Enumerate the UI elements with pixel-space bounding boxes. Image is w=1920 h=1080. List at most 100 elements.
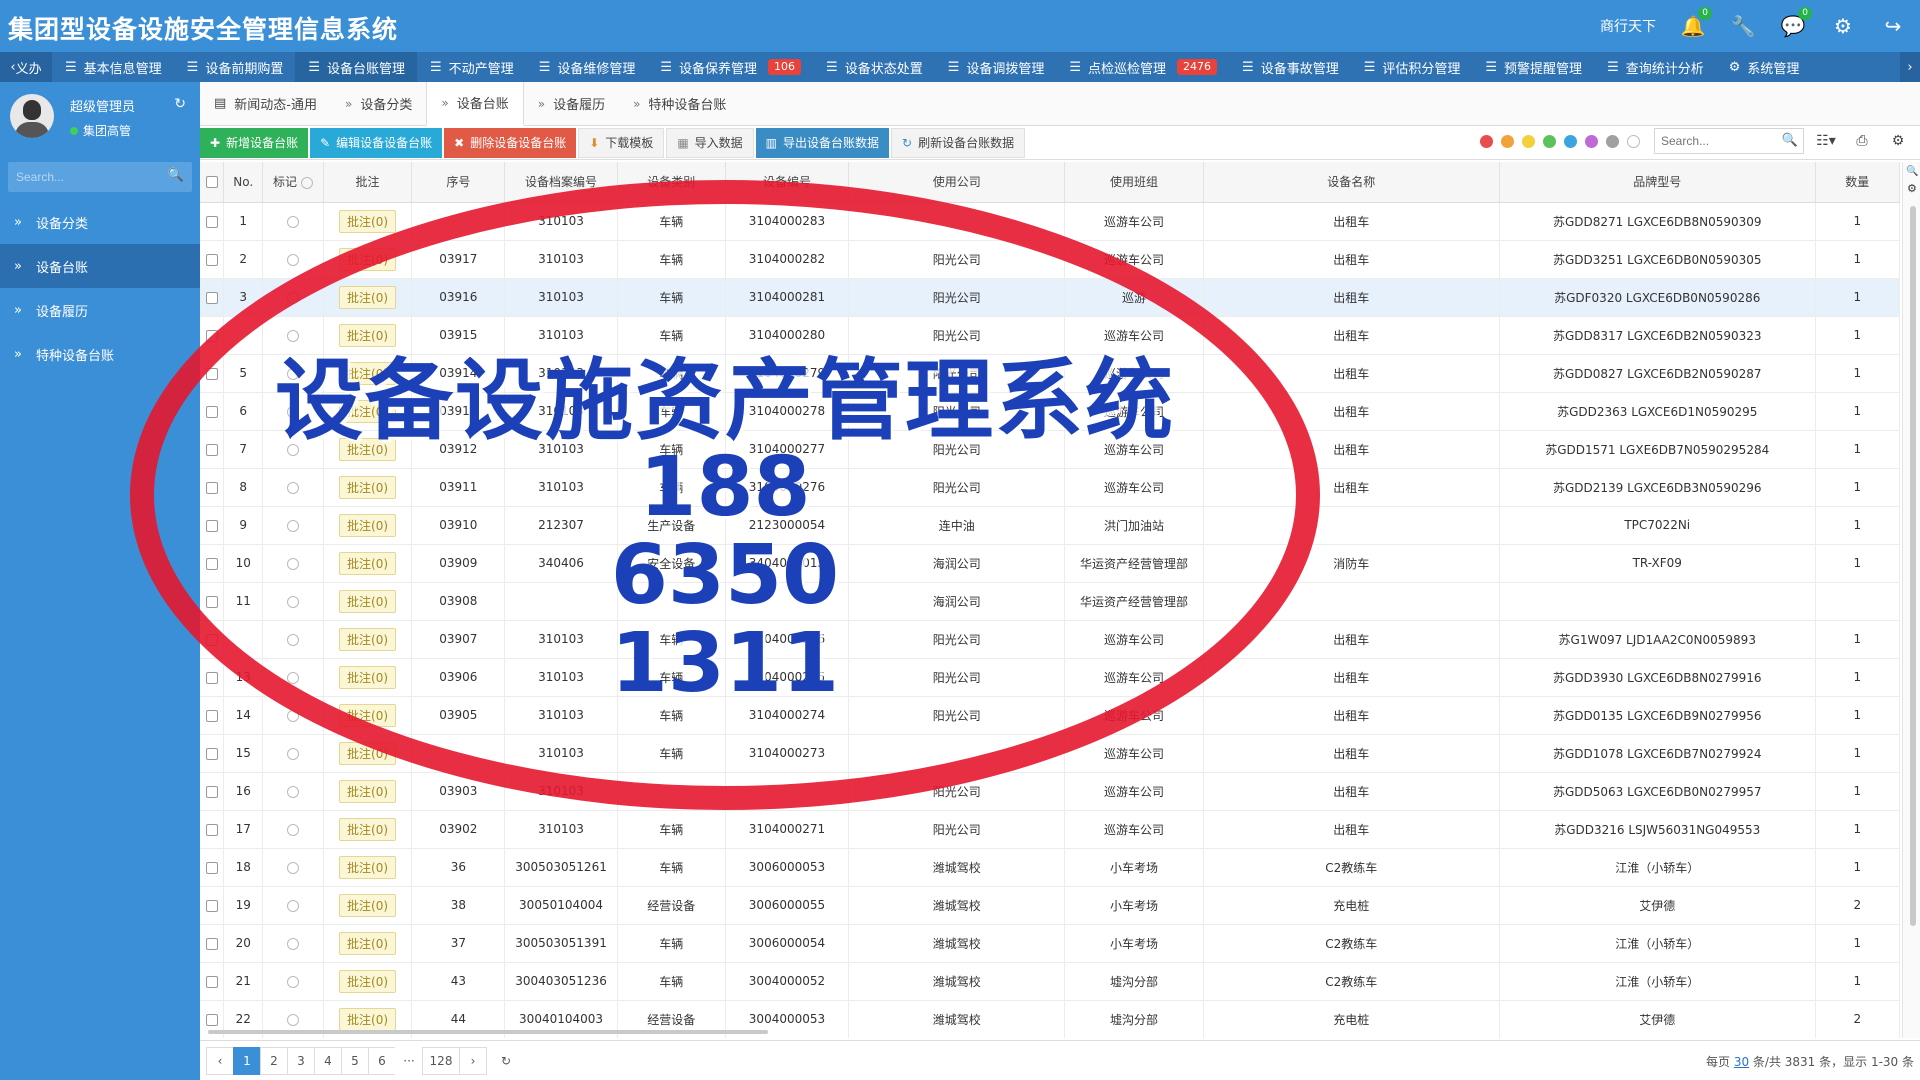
note-button[interactable]: 批注(0) bbox=[339, 399, 397, 423]
row-checkbox[interactable] bbox=[200, 240, 225, 279]
row-checkbox[interactable] bbox=[200, 620, 225, 659]
page-button[interactable]: 5 bbox=[341, 1046, 369, 1075]
columns-toggle-icon[interactable]: ☷▾ bbox=[1812, 128, 1840, 154]
menu-item-inspection[interactable]: ☰ 点检巡检管理 2476 bbox=[1056, 52, 1229, 82]
note-button[interactable]: 批注(0) bbox=[339, 475, 397, 499]
mark-radio[interactable] bbox=[286, 253, 299, 266]
search-icon[interactable]: 🔍 bbox=[1782, 133, 1798, 148]
table-row[interactable]: 18 批注(0) 36 300503051261 车辆 3006000053 潍城驾校 小车考… bbox=[200, 848, 1901, 887]
menu-item-procurement[interactable]: ☰ 设备前期购置 bbox=[174, 52, 296, 82]
wrench-icon[interactable]: 🔧 bbox=[1730, 13, 1756, 39]
table-row[interactable]: 批注(0) 03915 310103 车辆 3104000280 阳光公司 巡游车公司 出租车… bbox=[200, 316, 1901, 355]
table-row[interactable]: 批注(0) 03907 310103 车辆 3104000276 阳光公司 巡游车公司 出租车… bbox=[200, 620, 1901, 659]
row-checkbox[interactable] bbox=[200, 468, 225, 507]
row-checkbox[interactable] bbox=[200, 544, 225, 583]
table-row[interactable]: 1 批注(0) 310103 车辆 3104000283 巡游车公司 出租车 苏GDD8271… bbox=[200, 202, 1901, 241]
note-button[interactable]: 批注(0) bbox=[339, 855, 397, 879]
row-checkbox[interactable] bbox=[200, 924, 225, 963]
row-checkbox[interactable] bbox=[200, 506, 225, 545]
vertical-scrollbar[interactable]: 🔍 ⚙ bbox=[1902, 162, 1920, 1038]
col-header-archive[interactable]: 设备档案编号 bbox=[504, 162, 618, 203]
note-button[interactable]: 批注(0) bbox=[339, 361, 397, 385]
cell-mark[interactable] bbox=[262, 886, 324, 925]
table-row[interactable]: 6 批注(0) 03913 310103 车辆 3104000278 阳光公司 巡游车公司 出租… bbox=[200, 392, 1901, 431]
row-checkbox[interactable] bbox=[200, 734, 225, 773]
add-ledger-button[interactable]: ✚ 新增设备台账 bbox=[200, 127, 309, 158]
sidebar-item-equipment-ledger[interactable]: » 设备台账 bbox=[0, 244, 200, 288]
cell-mark[interactable] bbox=[262, 278, 324, 317]
col-header-seq[interactable]: 序号 bbox=[411, 162, 506, 203]
note-button[interactable]: 批注(0) bbox=[339, 209, 397, 233]
col-header-note[interactable]: 批注 bbox=[323, 162, 413, 203]
row-checkbox[interactable] bbox=[200, 392, 225, 431]
cell-mark[interactable] bbox=[262, 696, 324, 735]
mark-radio[interactable] bbox=[286, 785, 299, 798]
row-checkbox[interactable] bbox=[200, 772, 225, 811]
col-header-name[interactable]: 设备名称 bbox=[1203, 162, 1500, 203]
menu-item-alerts[interactable]: ☰ 预警提醒管理 bbox=[1472, 52, 1594, 82]
sidebar-item-equipment-category[interactable]: » 设备分类 bbox=[0, 200, 200, 244]
note-button[interactable]: 批注(0) bbox=[339, 285, 397, 309]
note-button[interactable]: 批注(0) bbox=[339, 703, 397, 727]
table-row[interactable]: 7 批注(0) 03912 310103 车辆 3104000277 阳光公司 巡游车公司 出租… bbox=[200, 430, 1901, 469]
row-checkbox[interactable] bbox=[200, 810, 225, 849]
col-header-category[interactable]: 设备类别 bbox=[617, 162, 726, 203]
row-checkbox[interactable] bbox=[200, 696, 225, 735]
row-checkbox[interactable] bbox=[200, 886, 225, 925]
note-button[interactable]: 批注(0) bbox=[339, 931, 397, 955]
page-size-select[interactable]: 30 bbox=[1734, 1055, 1749, 1069]
mark-radio[interactable] bbox=[286, 443, 299, 456]
mark-radio[interactable] bbox=[286, 595, 299, 608]
col-header-team[interactable]: 使用班组 bbox=[1064, 162, 1204, 203]
menu-item-evaluation[interactable]: ☰ 评估积分管理 bbox=[1351, 52, 1473, 82]
page-button[interactable]: 3 bbox=[287, 1046, 315, 1075]
table-row[interactable]: 15 批注(0) 310103 车辆 3104000273 巡游车公司 出租车 苏GDD107… bbox=[200, 734, 1901, 773]
row-checkbox[interactable] bbox=[200, 658, 225, 697]
sidebar-item-special-equipment[interactable]: » 特种设备台账 bbox=[0, 332, 200, 376]
table-row[interactable]: 10 批注(0) 03909 340406 安全设备 3404000013 海润公司 华运资产… bbox=[200, 544, 1901, 583]
tab-equipment-history[interactable]: » 设备履历 bbox=[524, 82, 619, 126]
mark-radio[interactable] bbox=[286, 519, 299, 532]
table-row[interactable]: 2 批注(0) 03917 310103 车辆 3104000282 阳光公司 巡游车公司 出租… bbox=[200, 240, 1901, 279]
mark-all-radio[interactable] bbox=[300, 176, 313, 189]
note-button[interactable]: 批注(0) bbox=[339, 1007, 397, 1031]
search-icon[interactable]: 🔍 bbox=[1906, 166, 1918, 177]
note-button[interactable]: 批注(0) bbox=[339, 551, 397, 575]
mark-radio[interactable] bbox=[286, 937, 299, 950]
mark-radio[interactable] bbox=[286, 215, 299, 228]
table-search-input[interactable] bbox=[1655, 129, 1803, 153]
gear-icon[interactable]: ⚙ bbox=[1907, 182, 1917, 195]
menu-item-ledger[interactable]: ☰ 设备台账管理 bbox=[295, 52, 418, 82]
color-filter-none[interactable] bbox=[1627, 134, 1640, 148]
cell-mark[interactable] bbox=[262, 962, 324, 1001]
mark-radio[interactable] bbox=[286, 747, 299, 760]
mark-radio[interactable] bbox=[286, 1013, 299, 1026]
color-filter-green[interactable] bbox=[1543, 134, 1556, 148]
horizontal-scroll-thumb[interactable] bbox=[208, 1030, 768, 1034]
mark-radio[interactable] bbox=[286, 899, 299, 912]
page-button[interactable]: 6 bbox=[368, 1046, 396, 1075]
settings-icon[interactable]: ⚙ bbox=[1884, 128, 1912, 154]
tab-equipment-ledger[interactable]: » 设备台账 bbox=[426, 81, 524, 126]
sidebar-item-equipment-history[interactable]: » 设备履历 bbox=[0, 288, 200, 332]
cell-mark[interactable] bbox=[262, 392, 324, 431]
table-row[interactable]: 3 批注(0) 03916 310103 车辆 3104000281 阳光公司 巡游 出租车 苏G… bbox=[200, 278, 1901, 317]
download-template-button[interactable]: ⬇ 下载模板 bbox=[578, 127, 665, 158]
mark-radio[interactable] bbox=[286, 557, 299, 570]
cell-mark[interactable] bbox=[262, 468, 324, 507]
page-button[interactable]: 4 bbox=[314, 1046, 342, 1075]
delete-ledger-button[interactable]: ✖ 删除设备设备台账 bbox=[444, 127, 577, 158]
cell-mark[interactable] bbox=[262, 316, 324, 355]
mark-radio[interactable] bbox=[286, 709, 299, 722]
row-checkbox[interactable] bbox=[200, 848, 225, 887]
pager-refresh-button[interactable]: ↻ bbox=[492, 1046, 520, 1075]
cell-mark[interactable] bbox=[262, 658, 324, 697]
next-page-button[interactable]: › bbox=[459, 1046, 487, 1075]
menu-item-system[interactable]: ⚙ 系统管理 bbox=[1716, 52, 1812, 82]
tab-equipment-category[interactable]: » 设备分类 bbox=[331, 82, 426, 126]
table-row[interactable]: 20 批注(0) 37 300503051391 车辆 3006000054 潍城驾校 小车考… bbox=[200, 924, 1901, 963]
last-page-button[interactable]: 128 bbox=[422, 1046, 460, 1075]
table-row[interactable]: 8 批注(0) 03911 310103 车辆 3104000276 阳光公司 巡游车公司 出租… bbox=[200, 468, 1901, 507]
search-icon[interactable]: 🔍 bbox=[168, 168, 184, 183]
color-filter-red[interactable] bbox=[1480, 134, 1493, 148]
